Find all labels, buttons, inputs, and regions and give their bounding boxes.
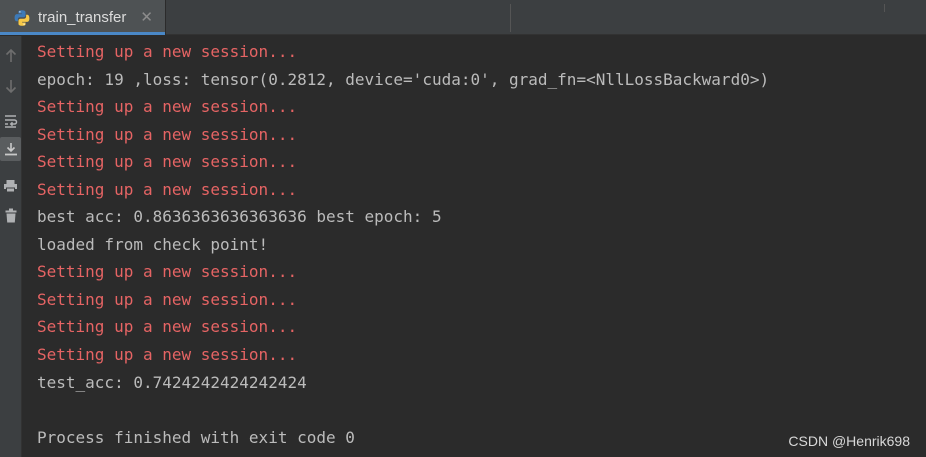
tab-train-transfer[interactable]: train_transfer ✕	[0, 0, 166, 35]
watermark: CSDN @Henrik698	[788, 433, 910, 449]
trash-icon	[5, 208, 16, 222]
tab-bar-divider	[510, 4, 511, 32]
scroll-to-end-button[interactable]	[0, 137, 21, 161]
console-line-stderr: Setting up a new session...	[37, 317, 298, 337]
clear-all-button[interactable]	[0, 203, 21, 227]
console-line-stderr: Setting up a new session...	[37, 179, 298, 199]
scroll-down-button[interactable]	[0, 74, 21, 98]
tab-bar-divider-right	[884, 4, 885, 12]
tab-bar: train_transfer ✕	[0, 0, 926, 35]
console-line-stderr: Setting up a new session...	[37, 262, 298, 282]
scroll-up-arrow-icon	[5, 49, 16, 62]
close-icon[interactable]: ✕	[140, 10, 153, 25]
console-line-stdout: epoch: 19 ,loss: tensor(0.2812, device='…	[37, 69, 770, 89]
scroll-up-button[interactable]	[0, 44, 21, 68]
print-button[interactable]	[0, 174, 21, 198]
console-line-stdout: best acc: 0.8636363636363636 best epoch:…	[37, 207, 442, 227]
console-line-stderr: Setting up a new session...	[37, 42, 298, 61]
console-line-stderr: Setting up a new session...	[37, 345, 298, 365]
python-file-icon	[13, 9, 31, 27]
console-line-stdout: Process finished with exit code 0	[37, 427, 355, 447]
tab-label: train_transfer	[38, 9, 127, 26]
console-line-stderr: Setting up a new session...	[37, 124, 298, 144]
console-line-stderr: Setting up a new session...	[37, 97, 298, 117]
console-line-stdout	[37, 396, 907, 424]
soft-wrap-icon	[4, 115, 17, 128]
run-console-window: train_transfer ✕ Setting up a new sessio…	[0, 0, 926, 457]
console-line-stderr: Setting up a new session...	[37, 152, 298, 172]
console-line-stdout: test_acc: 0.7424242424242424	[37, 372, 307, 392]
console-line-stdout: loaded from check point!	[37, 234, 269, 254]
scroll-to-end-icon	[4, 143, 17, 156]
console-output[interactable]: Setting up a new session... epoch: 19 ,lo…	[37, 38, 907, 451]
scroll-down-arrow-icon	[5, 80, 16, 93]
soft-wrap-button[interactable]	[0, 109, 21, 133]
print-icon	[4, 180, 17, 193]
console-toolbar	[0, 36, 22, 457]
console-line-stderr: Setting up a new session...	[37, 289, 298, 309]
